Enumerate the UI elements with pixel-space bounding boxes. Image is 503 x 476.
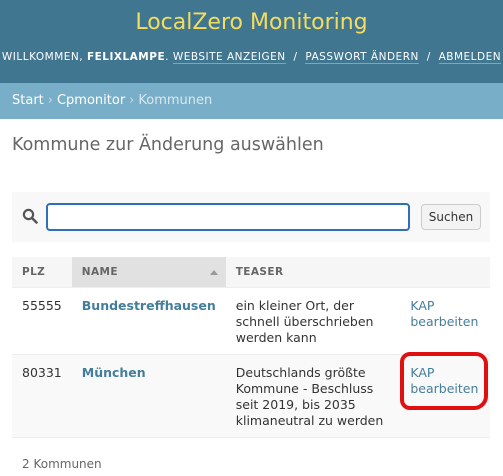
cell-plz: 80331 [12,354,72,438]
sort-ascending-icon[interactable] [209,270,218,275]
welcome-text: Willkommen, [1,51,84,63]
result-table: PLZ Name Teaser 55555 Bundestreffhausen … [12,257,490,438]
kap-edit-link-line1: KAP [410,297,435,313]
breadcrumb-start[interactable]: Start [12,93,44,108]
kap-edit-link-line1: KAP [410,364,435,380]
cell-teaser: Deutschlands größte Kommune - Beschluss … [225,354,401,438]
username: felixlampe [86,51,166,63]
user-tools: Willkommen, felixlampe. Website anzeigen… [0,51,503,64]
column-header-name-label: Name [81,265,118,278]
cell-name: Bundestreffhausen [71,287,226,355]
cell-action: KAP bearbeiten [400,354,490,438]
table-row: 80331 München Deutschlands größte Kommun… [12,354,490,438]
breadcrumb-current: Kommunen [138,93,213,108]
search-button[interactable]: Suchen [421,204,481,230]
site-title[interactable]: LocalZero Monitoring [0,10,503,35]
page-title: Kommune zur Änderung auswählen [12,135,324,155]
logout-link[interactable]: Abmelden [438,51,502,64]
separator: / [293,51,298,63]
view-site-link[interactable]: Website anzeigen [172,51,286,64]
kommune-link[interactable]: München [82,365,146,380]
kap-edit-link[interactable]: KAP bearbeiten [410,298,480,330]
breadcrumb: Start › Cpmonitor › Kommunen [0,83,503,119]
column-header-teaser[interactable]: Teaser [225,257,401,288]
site-header: LocalZero Monitoring Willkommen, felixla… [0,0,503,83]
search-toolbar: Suchen [12,192,490,242]
kap-edit-link[interactable]: KAP bearbeiten [410,365,480,397]
column-header-plz[interactable]: PLZ [12,257,72,288]
breadcrumb-arrow: › [129,93,135,108]
breadcrumb-cpmonitor[interactable]: Cpmonitor [57,93,125,108]
search-input[interactable] [46,203,410,231]
table-header-row: PLZ Name Teaser [12,257,490,288]
result-count: 2 Kommunen [22,457,102,471]
cell-action: KAP bearbeiten [400,287,490,355]
welcome-period: . [165,51,169,63]
kommune-link[interactable]: Bundestreffhausen [82,298,216,313]
search-icon [22,208,38,224]
separator: / [426,51,431,63]
kap-edit-link-line2: bearbeiten [410,313,479,329]
cell-plz: 55555 [12,287,72,355]
change-password-link[interactable]: Passwort ändern [305,51,419,64]
kap-edit-link-line2: bearbeiten [410,380,479,396]
cell-name: München [71,354,226,438]
column-header-name[interactable]: Name [71,257,226,288]
column-header-actions [400,257,490,288]
cell-teaser: ein kleiner Ort, der schnell überschrieb… [225,287,401,355]
breadcrumb-arrow: › [47,93,53,108]
table-row: 55555 Bundestreffhausen ein kleiner Ort,… [12,287,490,355]
